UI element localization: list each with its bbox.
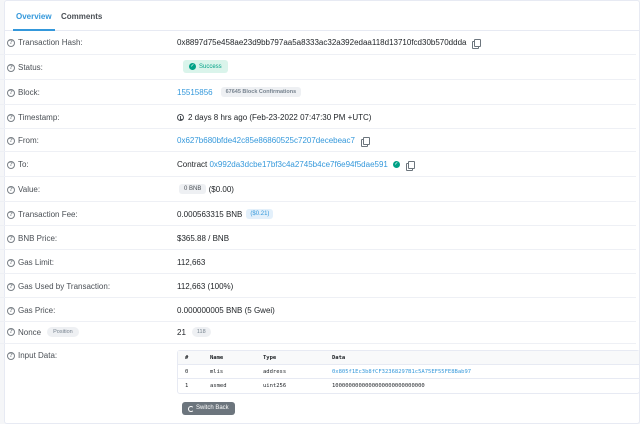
tab-overview[interactable]: Overview (13, 1, 55, 31)
help-icon[interactable]: ? (7, 38, 15, 47)
input-data-label-wrap: ? Input Data: (7, 351, 57, 360)
tx-hash-value: 0x8897d75e458ae23d9bb797aa5a8333ac32a392… (177, 38, 467, 47)
bnb-price-value: $365.88 / BNB (177, 234, 230, 243)
switch-icon (188, 405, 194, 412)
timestamp-value: 2 days 8 hrs ago (Feb-23-2022 07:47:30 P… (188, 113, 372, 122)
row-gas-limit: ? Gas Limit: 112,663 (0, 250, 636, 274)
row-timestamp: ? Timestamp: 2 days 8 hrs ago (Feb-23-202… (0, 105, 636, 129)
confirmations-badge: 67645 Block Confirmations (220, 87, 302, 97)
nonce-value: 21 (177, 327, 186, 337)
help-icon[interactable]: ? (7, 160, 15, 169)
position-value-badge: 118 (191, 327, 211, 337)
row-gas-used: ? Gas Used by Transaction: 112,663 (100%) (0, 274, 636, 298)
from-label: From: (18, 136, 39, 145)
gas-price-value: 0.000000005 BNB (5 Gwei) (177, 306, 275, 315)
tx-fee-label: Transaction Fee: (18, 210, 78, 219)
input-data-label: Input Data: (18, 351, 58, 360)
timestamp-label: Timestamp: (18, 113, 60, 122)
copy-icon[interactable] (405, 160, 415, 171)
tab-bar: Overview Comments (5, 1, 639, 31)
to-address-link[interactable]: 0x992da3dcbe17bf3c4a2745b4ce7f6e94f5dae5… (209, 160, 387, 169)
row-value: ? Value: 0 BNB ($0.00) (0, 177, 636, 202)
help-icon[interactable]: ? (7, 328, 15, 336)
status-badge: ✓ Success (183, 60, 228, 73)
row-status: ? Status: ✓ Success (0, 55, 636, 80)
to-label: To: (18, 160, 29, 169)
row-to: ? To: Contract 0x992da3dcbe17bf3c4a2745b4… (0, 152, 636, 177)
help-icon[interactable]: ? (7, 185, 15, 194)
value-amount-badge: 0 BNB (179, 184, 207, 194)
block-number-link[interactable]: 15515856 (177, 88, 213, 97)
row-gas-price: ? Gas Price: 0.000000005 BNB (5 Gwei) (0, 298, 636, 322)
nonce-label: Nonce (18, 327, 42, 337)
copy-icon[interactable] (360, 136, 370, 147)
gas-used-label: Gas Used by Transaction: (18, 282, 111, 291)
tab-comments[interactable]: Comments (61, 1, 102, 31)
gas-price-label: Gas Price: (18, 306, 56, 315)
row-nonce: ? Nonce Position 21 118 (0, 322, 636, 344)
help-icon[interactable]: ? (7, 351, 15, 360)
tx-hash-label: Transaction Hash: (18, 38, 83, 47)
help-icon[interactable]: ? (7, 63, 15, 72)
table-header: # Name Type Data (178, 351, 639, 365)
gas-limit-value: 112,663 (177, 258, 206, 267)
row-from: ? From: 0x627b680bfde42c85e86860525c7207d… (0, 129, 636, 152)
address-link[interactable]: 0x805f1Ec3b8fCF32368297B1c5A75EF55FE8Bab… (332, 365, 471, 379)
table-row: 0 mlis address 0x805f1Ec3b8fCF32368297B1… (178, 365, 639, 379)
help-icon[interactable]: ? (7, 306, 15, 315)
tx-fee-usd-badge: ($0.21) (246, 209, 274, 219)
row-block: ? Block: 15515856 67645 Block Confirmation… (0, 80, 636, 105)
help-icon[interactable]: ? (7, 136, 15, 145)
block-label: Block: (18, 88, 40, 97)
row-tx-fee: ? Transaction Fee: 0.000563315 BNB ($0.21) (0, 202, 636, 226)
help-icon[interactable]: ? (7, 282, 15, 291)
from-address-link[interactable]: 0x627b680bfde42c85e86860525c7207decebeac… (177, 136, 355, 145)
gas-limit-label: Gas Limit: (18, 258, 55, 267)
help-icon[interactable]: ? (7, 258, 15, 267)
switch-back-button[interactable]: Switch Back (182, 402, 235, 415)
copy-icon[interactable] (472, 38, 482, 49)
position-badge: Position (47, 327, 79, 337)
check-circle-icon: ✓ (189, 63, 196, 70)
tx-fee-value: 0.000563315 BNB (177, 209, 243, 219)
help-icon[interactable]: ? (7, 88, 15, 97)
row-bnb-price: ? BNB Price: $365.88 / BNB (0, 226, 636, 250)
help-icon[interactable]: ? (7, 234, 15, 243)
value-label: Value: (18, 185, 41, 194)
help-icon[interactable]: ? (7, 210, 15, 219)
bnb-price-label: BNB Price: (18, 234, 58, 243)
contract-prefix: Contract (177, 160, 208, 169)
verified-check-icon: ✓ (392, 161, 400, 168)
value-usd: ($0.00) (208, 184, 234, 194)
gas-used-value: 112,663 (100%) (177, 282, 234, 291)
help-icon[interactable]: ? (7, 113, 15, 122)
status-label: Status: (18, 63, 43, 72)
row-tx-hash: ? Transaction Hash: 0x8897d75e458ae23d9bb… (0, 30, 636, 55)
clock-icon (177, 114, 184, 121)
table-row: 1 asmed uint256 100000000000000000000000… (185, 383, 425, 389)
input-data-table: # Name Type Data 0 mlis address 0x805f1E… (177, 350, 640, 394)
